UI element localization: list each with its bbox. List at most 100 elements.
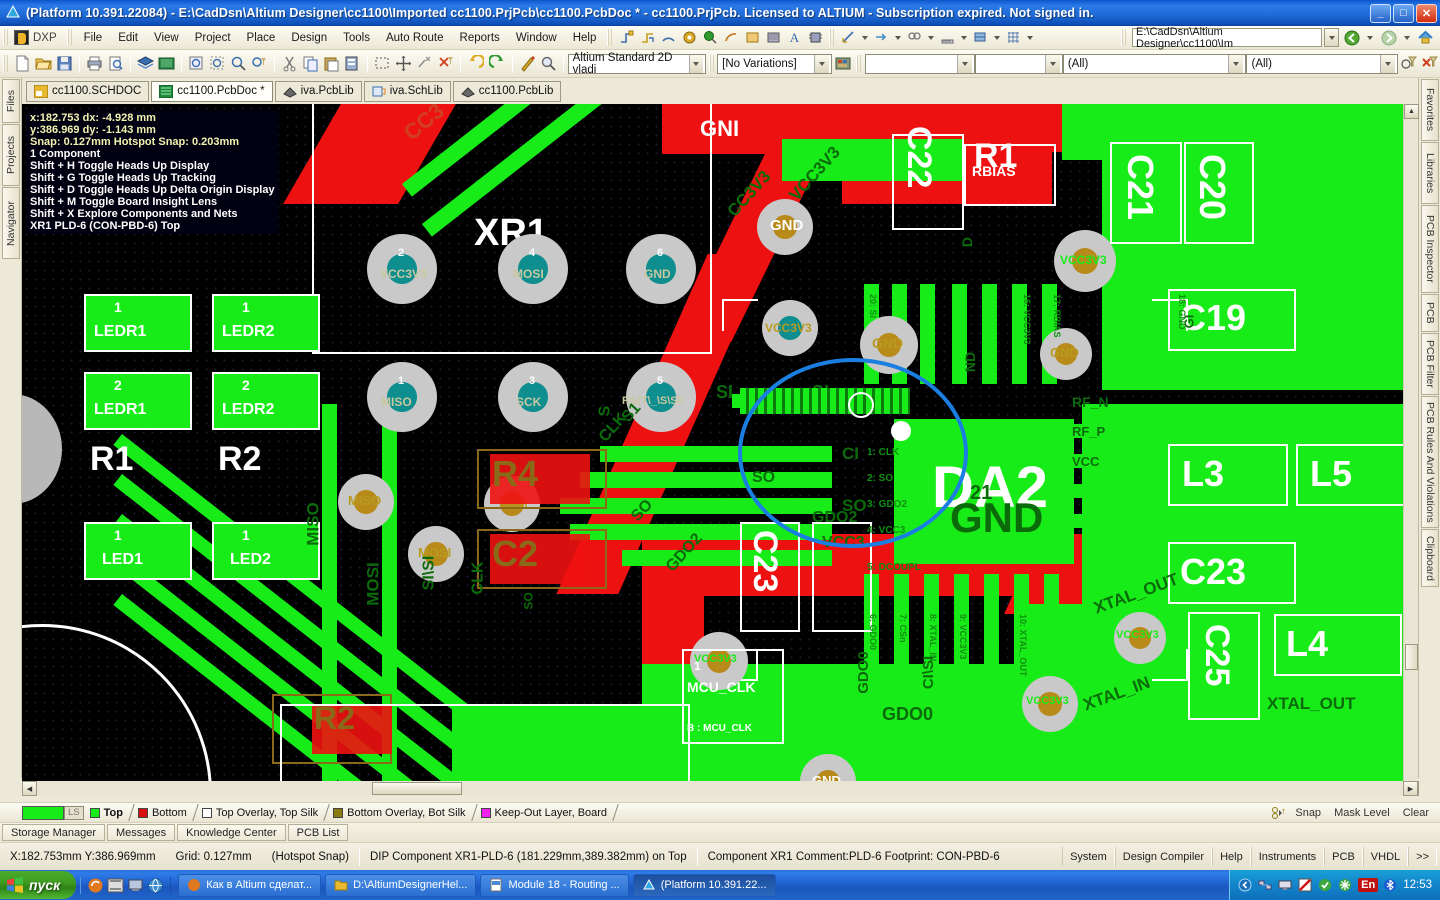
menu-grip[interactable] xyxy=(66,29,73,46)
move-icon[interactable] xyxy=(393,53,414,75)
update-icon[interactable] xyxy=(1338,878,1353,893)
horizontal-scrollbar[interactable]: ◀ ▶ xyxy=(22,781,1418,796)
menu-project[interactable]: Project xyxy=(187,29,239,47)
redo-icon[interactable] xyxy=(487,53,508,75)
help-button[interactable]: Help xyxy=(1212,847,1251,866)
layer-config-icon[interactable] xyxy=(1267,803,1288,823)
place-region-icon[interactable] xyxy=(721,28,742,48)
scroll-right-button[interactable]: ▶ xyxy=(1403,781,1418,796)
sidebar-item-projects[interactable]: Projects xyxy=(2,124,20,186)
design-compiler-button[interactable]: Design Compiler xyxy=(1114,847,1213,866)
back-icon[interactable] xyxy=(1341,28,1362,48)
new-document-icon[interactable] xyxy=(12,53,33,75)
vhdl-button[interactable]: VHDL xyxy=(1362,847,1409,866)
dimension-toolbar-grip[interactable] xyxy=(829,29,836,46)
place-toolbar-grip[interactable] xyxy=(607,29,614,46)
instruments-button[interactable]: Instruments xyxy=(1250,847,1325,866)
menu-edit[interactable]: Edit xyxy=(110,29,146,47)
menu-reports[interactable]: Reports xyxy=(452,29,508,47)
firefox-icon[interactable] xyxy=(87,877,104,894)
place-polygon-icon[interactable] xyxy=(763,28,784,48)
board-insight-lens[interactable] xyxy=(738,358,968,548)
scroll-left-button[interactable]: ◀ xyxy=(22,781,37,796)
language-indicator[interactable]: En xyxy=(1358,878,1379,892)
panel-tab-pcb-list[interactable]: PCB List xyxy=(287,824,349,841)
board-layers-icon[interactable] xyxy=(135,53,156,75)
minimize-button[interactable]: _ xyxy=(1370,3,1391,23)
close-button[interactable]: ✕ xyxy=(1416,3,1437,23)
task-button-module18[interactable]: Module 18 - Routing ... xyxy=(480,873,629,897)
grid-icon[interactable] xyxy=(1003,28,1024,48)
sidebar-item-pcb-rules[interactable]: PCB Rules And Violations xyxy=(1421,396,1439,528)
sidebar-item-files[interactable]: Files xyxy=(2,79,20,123)
forward-dropdown-caret[interactable] xyxy=(1404,35,1410,40)
forward-icon[interactable] xyxy=(1378,28,1399,48)
panel-tab-knowledge-center[interactable]: Knowledge Center xyxy=(177,824,286,841)
scope-combo-2-arrow[interactable] xyxy=(1380,54,1396,73)
sidebar-item-clipboard[interactable]: Clipboard xyxy=(1421,529,1439,587)
variation-combo[interactable]: [No Variations] xyxy=(717,53,833,74)
place-component-icon[interactable] xyxy=(805,28,826,48)
config-combo-arrow[interactable] xyxy=(688,54,703,73)
zoom-area-icon[interactable] xyxy=(207,53,228,75)
config-combo[interactable]: Altium Standard 2D vladi xyxy=(567,52,706,76)
project-path-combo[interactable]: E:\CadDsn\Altium Designer\cc1100\Im xyxy=(1132,26,1322,50)
panel-tab-messages[interactable]: Messages xyxy=(107,824,176,841)
maximize-button[interactable]: □ xyxy=(1393,3,1414,23)
place-arc-icon[interactable] xyxy=(658,28,679,48)
clock[interactable]: 12:53 xyxy=(1403,879,1432,891)
apply-filter-icon[interactable] xyxy=(1398,53,1419,75)
layer-tab-keepout[interactable]: Keep-Out Layer, Board xyxy=(475,804,617,821)
pcb-canvas[interactable]: XR1 2 VCC3V3 4 MOSI 6 GND 1 MISO 3 SCK 5… xyxy=(22,104,1418,796)
print-icon[interactable] xyxy=(84,53,105,75)
path-toolbar-grip[interactable] xyxy=(1121,29,1127,46)
scroll-up-button[interactable]: ▲ xyxy=(1404,104,1419,119)
variant-manager-icon[interactable] xyxy=(832,53,853,75)
scope-combo-1[interactable]: (All) xyxy=(1062,53,1247,74)
browser-icon[interactable] xyxy=(147,877,164,894)
path-dropdown-button[interactable] xyxy=(1324,28,1339,47)
sidebar-item-pcb-filter[interactable]: PCB Filter xyxy=(1421,333,1439,395)
place-track-icon[interactable] xyxy=(637,28,658,48)
menu-place[interactable]: Place xyxy=(239,29,284,47)
filter-combo-2[interactable] xyxy=(975,53,1063,74)
filter-combo-1-arrow[interactable] xyxy=(957,54,973,73)
system-button[interactable]: System xyxy=(1062,847,1115,866)
filter-grip[interactable] xyxy=(856,55,862,72)
variation-combo-arrow[interactable] xyxy=(814,54,830,73)
drc-icon[interactable] xyxy=(517,53,538,75)
select-area-icon[interactable] xyxy=(372,53,393,75)
save-icon[interactable] xyxy=(54,53,75,75)
ls-button[interactable]: LS xyxy=(64,805,84,820)
menu-file[interactable]: File xyxy=(76,29,111,47)
home-icon[interactable] xyxy=(1415,28,1436,48)
inspect-icon[interactable] xyxy=(538,53,559,75)
undo-icon[interactable] xyxy=(465,53,486,75)
mask-level-button[interactable]: Mask Level xyxy=(1328,804,1396,821)
copy-icon[interactable] xyxy=(300,53,321,75)
desktop-icon[interactable] xyxy=(127,877,144,894)
dxp-menu-button[interactable]: DXP xyxy=(12,29,64,46)
place-via-icon[interactable] xyxy=(700,28,721,48)
shield-icon[interactable] xyxy=(1318,878,1333,893)
zoom-selected-icon[interactable] xyxy=(228,53,249,75)
clear-filter-icon[interactable] xyxy=(435,53,456,75)
standard-toolbar-grip[interactable] xyxy=(3,55,9,72)
cut-icon[interactable] xyxy=(279,53,300,75)
open-document-icon[interactable] xyxy=(33,53,54,75)
task-button-firefox[interactable]: Как в Altium сделат... xyxy=(178,873,322,897)
zoom-filter-icon[interactable] xyxy=(249,53,270,75)
layer-tab-top-overlay[interactable]: Top Overlay, Top Silk xyxy=(196,804,327,821)
task-button-altium[interactable]: (Platform 10.391.22... xyxy=(632,873,776,897)
dimension-dropdown-caret[interactable] xyxy=(862,35,869,40)
layer-tab-bottom-overlay[interactable]: Bottom Overlay, Bot Silk xyxy=(327,804,474,821)
zoom-fit-icon[interactable] xyxy=(186,53,207,75)
layer-dropdown-caret[interactable] xyxy=(994,35,1001,40)
active-layer-color-swatch[interactable] xyxy=(22,805,64,820)
ruler-icon[interactable] xyxy=(937,28,958,48)
place-pad-icon[interactable] xyxy=(679,28,700,48)
place-line-icon[interactable] xyxy=(616,28,637,48)
find-similar-icon[interactable] xyxy=(904,28,925,48)
dimension-icon[interactable] xyxy=(838,28,859,48)
start-button[interactable]: пуск xyxy=(0,871,77,899)
